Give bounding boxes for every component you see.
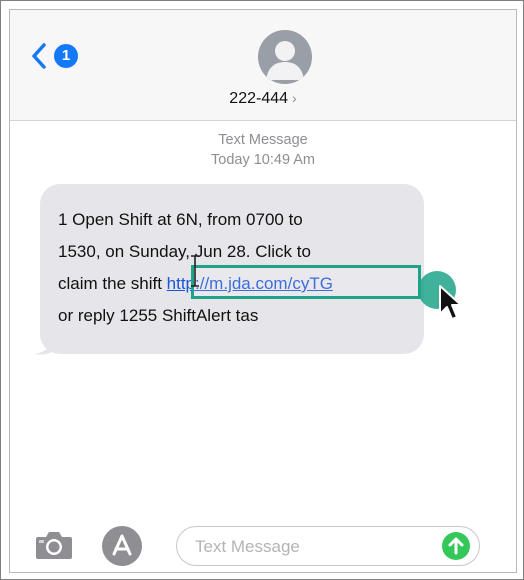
mouse-cursor-icon bbox=[439, 285, 462, 320]
back-button[interactable]: 1 bbox=[30, 40, 90, 74]
message-input[interactable] bbox=[193, 533, 427, 561]
camera-icon[interactable] bbox=[34, 530, 74, 560]
message-line: or reply 1255 ShiftAlert tas bbox=[58, 306, 259, 325]
contact-name: 222-444 bbox=[229, 90, 289, 107]
contact-name-button[interactable]: 222-444 › bbox=[10, 90, 516, 108]
avatar-icon[interactable] bbox=[258, 30, 312, 84]
chevron-right-icon: › bbox=[292, 90, 297, 106]
send-arrow-icon bbox=[448, 537, 464, 555]
app-store-button[interactable] bbox=[102, 526, 142, 566]
message-type-label: Text Message bbox=[218, 132, 308, 148]
text-cursor-icon bbox=[191, 255, 199, 287]
message-line-prefix: claim the shift bbox=[58, 274, 167, 293]
conversation-header: 1 222-444 › bbox=[10, 10, 516, 121]
chevron-left-icon bbox=[32, 43, 46, 69]
unread-badge: 1 bbox=[54, 44, 78, 68]
message-line: 1 Open Shift at 6N, from 0700 to bbox=[58, 210, 303, 229]
app-store-icon bbox=[112, 534, 132, 556]
link-highlight-box bbox=[191, 265, 421, 299]
send-button[interactable] bbox=[442, 532, 470, 560]
screenshot-frame: 1 222-444 › Text Message Today 10:49 Am 1… bbox=[0, 0, 524, 580]
message-time: Today 10:49 Am bbox=[211, 152, 315, 168]
thread-timestamp: Text Message Today 10:49 Am bbox=[10, 130, 516, 170]
message-input-field[interactable] bbox=[176, 526, 480, 566]
messages-screen: 1 222-444 › Text Message Today 10:49 Am 1… bbox=[9, 9, 517, 573]
